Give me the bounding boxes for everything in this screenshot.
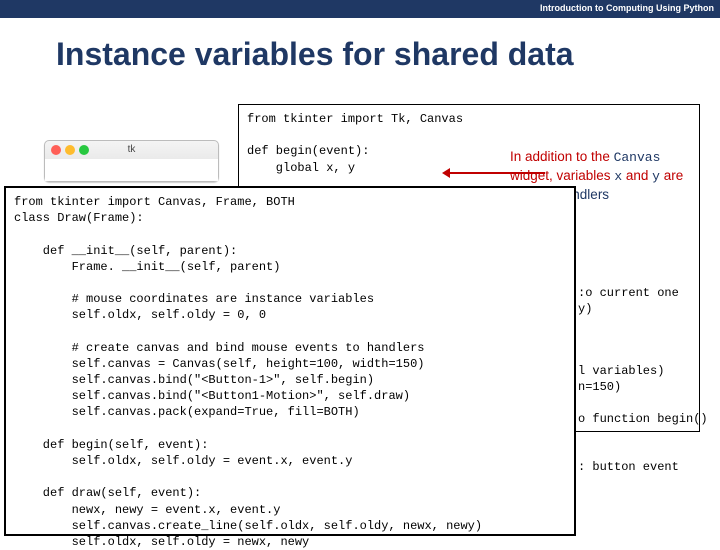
code-box-front: from tkinter import Canvas, Frame, BOTH … bbox=[4, 186, 576, 536]
side-line2-x: x bbox=[614, 169, 622, 184]
peek-1: :o current one bbox=[578, 286, 679, 300]
tk-window-body bbox=[45, 159, 218, 181]
side-line2-y: y bbox=[652, 169, 660, 184]
peek-5: o function begin() bbox=[578, 412, 708, 426]
code-front-text: from tkinter import Canvas, Frame, BOTH … bbox=[14, 195, 482, 549]
code-back-text: from tkinter import Tk, Canvas def begin… bbox=[247, 112, 463, 175]
side-line2-mid: and bbox=[622, 168, 652, 183]
peek-3: l variables) bbox=[578, 364, 664, 378]
peek-6: : button event bbox=[578, 460, 679, 474]
top-bar: Introduction to Computing Using Python bbox=[0, 0, 720, 18]
window-buttons bbox=[51, 145, 89, 155]
peek-2: y) bbox=[578, 302, 592, 316]
peek-4: n=150) bbox=[578, 380, 621, 394]
side-line2-pre: widget, variables bbox=[510, 168, 614, 183]
side-line2-post: are bbox=[660, 168, 683, 183]
zoom-icon bbox=[79, 145, 89, 155]
side-line1-code: Canvas bbox=[614, 150, 661, 165]
course-label: Introduction to Computing Using Python bbox=[540, 3, 714, 13]
tk-window: tk bbox=[44, 140, 219, 182]
slide-title: Instance variables for shared data bbox=[0, 18, 720, 87]
minimize-icon bbox=[65, 145, 75, 155]
side-line1-pre: In addition to the bbox=[510, 149, 614, 164]
close-icon bbox=[51, 145, 61, 155]
